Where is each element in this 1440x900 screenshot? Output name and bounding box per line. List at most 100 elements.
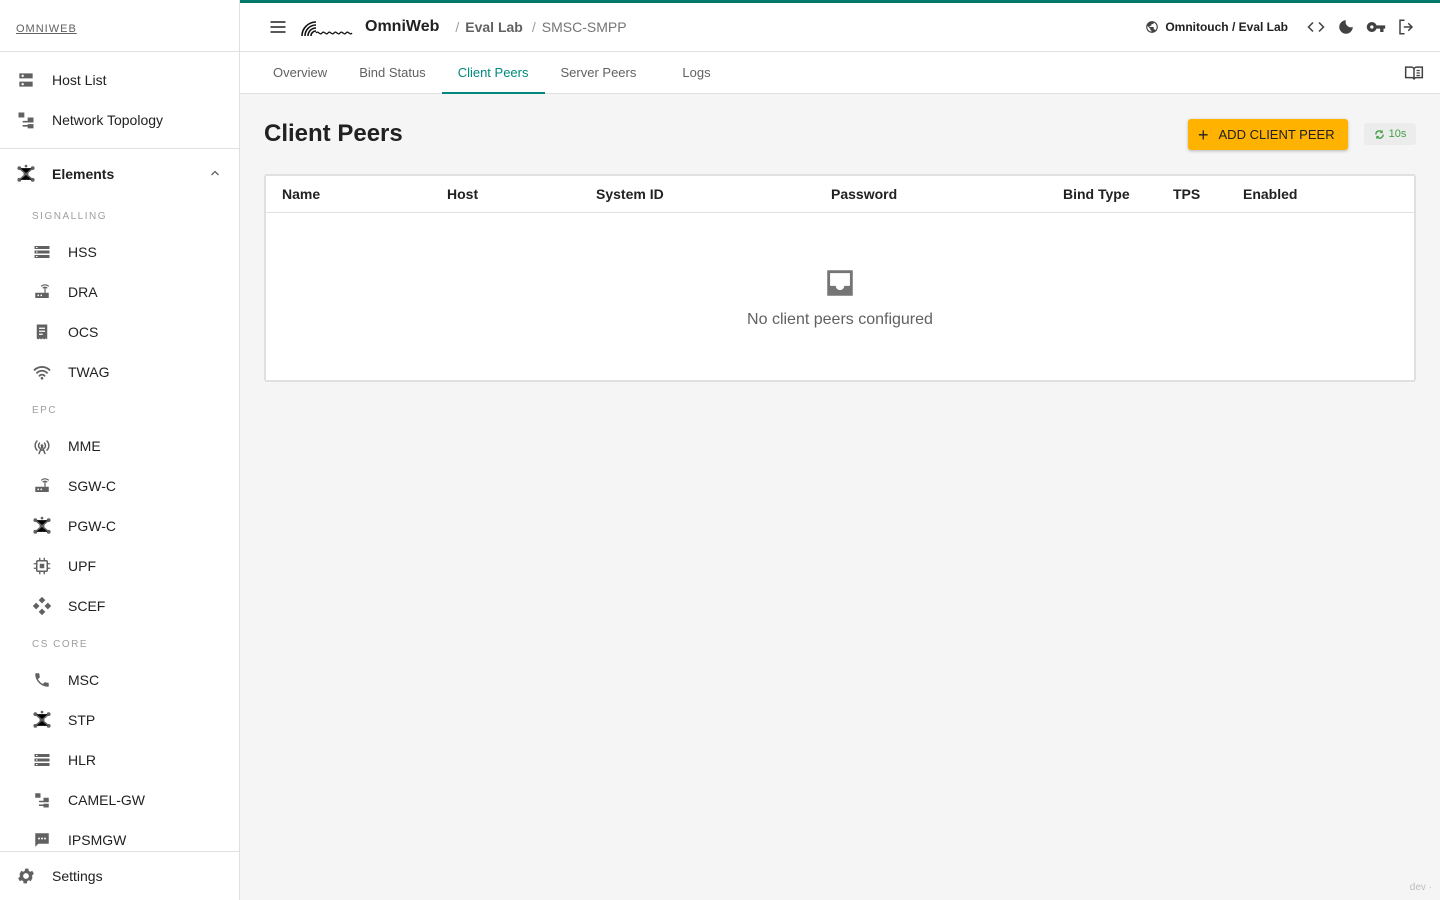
sidebar: OMNIWEB Host List Network Topology Eleme… — [0, 0, 240, 900]
wifi-icon — [32, 362, 52, 382]
column-header-host[interactable]: Host — [447, 186, 478, 202]
empty-state: No client peers configured — [266, 266, 1414, 329]
globe-icon — [1145, 20, 1159, 34]
chip-icon — [32, 556, 52, 576]
page-title: Client Peers — [264, 120, 403, 147]
sidebar-item-label: DRA — [68, 284, 98, 300]
sidebar-item-label: STP — [68, 712, 96, 728]
receipt-icon — [32, 322, 52, 342]
top-bar-actions: Omnitouch / Eval Lab — [1145, 15, 1440, 39]
top-bar: OmniWeb / Eval Lab / SMSC-SMPP Omnitouch… — [240, 0, 1440, 52]
elements-group-toggle[interactable]: Elements — [0, 150, 239, 198]
column-header-name[interactable]: Name — [282, 186, 320, 202]
sidebar-item-label: TWAG — [68, 364, 110, 380]
sidebar-item-camel-gw[interactable]: CAMEL-GW — [0, 780, 239, 820]
column-header-enabled[interactable]: Enabled — [1243, 186, 1297, 202]
empty-state-text: No client peers configured — [747, 311, 933, 328]
sidebar-item-settings[interactable]: Settings — [0, 851, 239, 900]
hub-icon — [32, 710, 52, 730]
menu-book-icon[interactable] — [1404, 64, 1424, 82]
router-icon — [32, 476, 52, 496]
column-header-bind-type[interactable]: Bind Type — [1063, 186, 1130, 202]
key-icon[interactable] — [1364, 15, 1388, 39]
breadcrumb-separator: / — [455, 19, 460, 35]
section-label-signalling: SIGNALLING — [32, 211, 108, 222]
sidebar-item-label: MME — [68, 438, 101, 454]
sidebar-item-mme[interactable]: MME — [0, 426, 239, 466]
sidebar-item-stp[interactable]: STP — [0, 700, 239, 740]
elements-label: Elements — [52, 166, 115, 182]
table-header: Name Host System ID Password Bind Type T… — [266, 176, 1414, 213]
sidebar-item-host-list[interactable]: Host List — [0, 60, 239, 100]
router-icon — [32, 282, 52, 302]
sidebar-item-sgw-c[interactable]: SGW-C — [0, 466, 239, 506]
tab-server-peers[interactable]: Server Peers — [545, 52, 653, 93]
code-icon[interactable] — [1304, 15, 1328, 39]
sidebar-item-hss[interactable]: HSS — [0, 232, 239, 272]
sidebar-item-pgw-c[interactable]: PGW-C — [0, 506, 239, 546]
tab-logs[interactable]: Logs — [666, 52, 726, 93]
section-label-epc: EPC — [32, 405, 58, 416]
refresh-interval: 10s — [1388, 128, 1407, 140]
sms-icon — [32, 830, 52, 850]
sidebar-top-nav: Host List Network Topology — [0, 52, 239, 140]
storage-icon — [32, 242, 52, 262]
column-header-tps[interactable]: TPS — [1173, 186, 1200, 202]
hub-icon — [16, 164, 36, 184]
elements-list[interactable]: Elements SIGNALLING HSS DRA OCS TWAG EPC… — [0, 150, 239, 851]
refresh-icon — [1374, 129, 1384, 139]
column-header-system-id[interactable]: System ID — [596, 186, 664, 202]
app-title[interactable]: OmniWeb — [365, 18, 439, 36]
sidebar-item-scef[interactable]: SCEF — [0, 586, 239, 626]
antenna-icon — [32, 436, 52, 456]
client-peers-table: Name Host System ID Password Bind Type T… — [264, 174, 1416, 382]
sidebar-item-label: PGW-C — [68, 518, 116, 534]
sidebar-item-label: IPSMGW — [68, 832, 127, 848]
tab-overview[interactable]: Overview — [257, 52, 343, 93]
sidebar-item-label: HLR — [68, 752, 97, 768]
breadcrumb-current: SMSC-SMPP — [541, 19, 627, 35]
sidebar-item-label: OCS — [68, 324, 99, 340]
tab-bind-status[interactable]: Bind Status — [343, 52, 442, 93]
chevron-up-icon — [209, 166, 221, 182]
add-client-peer-label: ADD CLIENT PEER — [1218, 127, 1335, 142]
sidebar-item-ocs[interactable]: OCS — [0, 312, 239, 352]
sidebar-item-dra[interactable]: DRA — [0, 272, 239, 312]
brand: OMNIWEB — [0, 0, 239, 52]
sidebar-item-hlr[interactable]: HLR — [0, 740, 239, 780]
menu-icon[interactable] — [266, 15, 290, 39]
main-content: Client Peers + ADD CLIENT PEER 10s Name … — [240, 94, 1440, 900]
add-client-peer-button[interactable]: + ADD CLIENT PEER — [1188, 119, 1348, 150]
account-tree-icon — [32, 790, 52, 810]
environment-tag: dev · — [1409, 882, 1432, 893]
breadcrumb-separator: / — [531, 19, 536, 35]
breadcrumb-eval-lab[interactable]: Eval Lab — [465, 19, 523, 35]
inbox-icon — [823, 266, 857, 305]
sidebar-item-msc[interactable]: MSC — [0, 660, 239, 700]
sidebar-item-network-topology[interactable]: Network Topology — [0, 100, 239, 140]
plus-icon: + — [1198, 124, 1209, 145]
sidebar-item-ipsmgw[interactable]: IPSMGW — [0, 820, 239, 851]
settings-label: Settings — [52, 868, 103, 884]
api-icon — [32, 596, 52, 616]
sidebar-item-upf[interactable]: UPF — [0, 546, 239, 586]
tab-bar: Overview Bind Status Client Peers Server… — [240, 52, 1440, 94]
brand-link[interactable]: OMNIWEB — [16, 23, 77, 35]
dark-mode-icon[interactable] — [1334, 15, 1358, 39]
sidebar-item-label: Network Topology — [52, 112, 164, 128]
storage-icon — [32, 750, 52, 770]
tenant-label: Omnitouch / Eval Lab — [1165, 20, 1288, 34]
omnitouch-logo — [301, 21, 353, 37]
sidebar-item-label: MSC — [68, 672, 100, 688]
auto-refresh-toggle[interactable]: 10s — [1364, 123, 1416, 145]
column-header-password[interactable]: Password — [831, 186, 897, 202]
tab-client-peers[interactable]: Client Peers — [441, 52, 545, 94]
sidebar-item-label: SGW-C — [68, 478, 116, 494]
sidebar-item-label: UPF — [68, 558, 96, 574]
account-tree-icon — [16, 110, 36, 130]
hub-icon — [32, 516, 52, 536]
tenant-selector[interactable]: Omnitouch / Eval Lab — [1145, 20, 1288, 34]
sidebar-item-label: CAMEL-GW — [68, 792, 145, 808]
sidebar-item-twag[interactable]: TWAG — [0, 352, 239, 392]
logout-icon[interactable] — [1394, 15, 1418, 39]
